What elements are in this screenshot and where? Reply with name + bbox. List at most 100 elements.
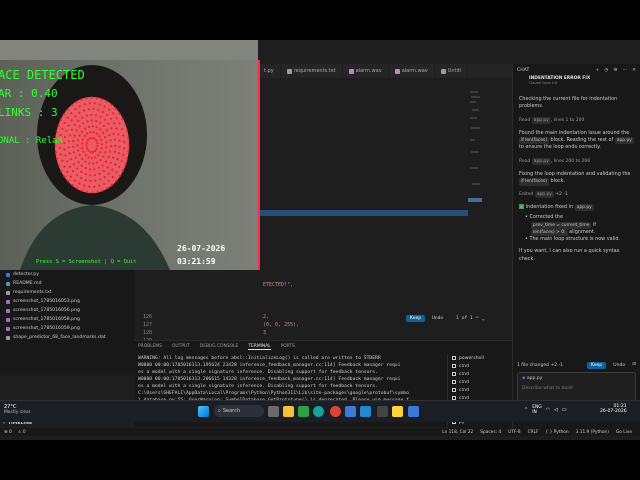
tray: ⌃ ENG IN ◠ ◁ ▭	[524, 405, 567, 415]
status-item[interactable]: { } Python	[546, 430, 569, 435]
file-explorer-icon[interactable]	[283, 406, 294, 417]
changed-files-summary[interactable]: 1 file changed +2 -1	[517, 363, 563, 368]
landmark-dot	[86, 138, 90, 141]
terminal-instance[interactable]: powershell	[448, 354, 509, 362]
terminal-instance[interactable]: cmd	[448, 370, 509, 378]
file-chip[interactable]: app.py	[534, 190, 554, 198]
editor-tab[interactable]: alarm.wav	[389, 64, 435, 78]
minimap	[468, 88, 482, 218]
chat-input-placeholder[interactable]: Describe what to build	[518, 384, 635, 393]
landmark-dot	[92, 162, 95, 165]
landmark-dot	[96, 142, 99, 145]
editor-tab[interactable]: requirements.txt	[281, 64, 343, 78]
landmark-dot	[76, 167, 79, 170]
landmark-dot	[125, 130, 129, 133]
file-item[interactable]: shape_predictor_68_face_landmarks.dat	[0, 333, 134, 342]
landmark-dot	[64, 154, 67, 157]
editor-tab[interactable]: alarm.wav	[343, 64, 389, 78]
expand-icon[interactable]: ⊡	[632, 362, 636, 369]
add-icon[interactable]: +	[596, 68, 600, 73]
battery-icon[interactable]: ▭	[562, 407, 567, 413]
panel-tab-output[interactable]: OUTPUT	[172, 344, 190, 350]
editor-selection-highlight	[258, 210, 468, 216]
app-icon[interactable]	[408, 406, 419, 417]
landmark-dot	[120, 128, 123, 131]
taskbar-search[interactable]: ⌕ Search	[214, 405, 264, 417]
status-item[interactable]: Go Live	[616, 430, 632, 435]
warning-icon[interactable]: ⚠ 0	[18, 430, 26, 435]
edge-icon[interactable]	[313, 406, 324, 417]
file-item[interactable]: README.md	[0, 279, 134, 288]
terminal-instance[interactable]: cmd	[448, 386, 509, 394]
editor-tab[interactable]: Untitl	[435, 64, 469, 78]
landmark-dot	[86, 132, 89, 135]
landmark-dot	[121, 117, 124, 120]
python-icon[interactable]	[392, 406, 403, 417]
close-icon[interactable]: ✕	[632, 68, 636, 73]
undo-button[interactable]: Undo	[428, 315, 447, 322]
more-icon[interactable]: ⋯	[623, 68, 628, 73]
file-item[interactable]: screenshot_1785016059.png	[0, 324, 134, 333]
taskbar-clock[interactable]: 01:21 26-07-2026	[600, 404, 627, 414]
volume-icon[interactable]: ◁	[554, 407, 558, 413]
chat-keep-button[interactable]: Keep	[586, 361, 607, 369]
file-chip[interactable]: app.py	[531, 116, 551, 124]
weather-widget[interactable]: 27°C Mostly clear	[4, 404, 31, 415]
landmark-dot	[77, 160, 80, 164]
file-item[interactable]: detector.py	[0, 270, 134, 279]
status-item[interactable]: Spaces: 4	[480, 430, 501, 435]
terminal-instance[interactable]: cmd	[448, 378, 509, 386]
landmark-dot	[84, 173, 87, 176]
history-icon[interactable]: ◷	[604, 68, 608, 73]
vscode-icon[interactable]	[360, 406, 371, 417]
panel-tab-problems[interactable]: PROBLEMS	[138, 344, 162, 350]
language-indicator[interactable]: ENG IN	[532, 405, 541, 415]
landmark-dot	[55, 157, 59, 160]
file-item[interactable]: requirements.txt	[0, 288, 134, 297]
wifi-icon[interactable]: ◠	[546, 407, 550, 413]
error-icon[interactable]: ⊗ 0	[4, 430, 12, 435]
file-item[interactable]: screenshot_1785016053.png	[0, 297, 134, 306]
terminal-icon[interactable]	[377, 406, 388, 417]
chevron-up-icon[interactable]: ⌃	[476, 316, 479, 322]
keep-button[interactable]: Keep	[406, 315, 426, 322]
landmark-dot	[96, 161, 99, 164]
store-icon[interactable]	[345, 406, 356, 417]
panel-tab-ports[interactable]: PORTS	[281, 344, 295, 350]
file-chip[interactable]: app.py	[614, 137, 634, 145]
terminal-instance[interactable]: cmd	[448, 362, 509, 370]
status-item[interactable]: 3.11.9 (Python)	[576, 430, 609, 435]
chevron-down-icon[interactable]: ⌄	[482, 316, 485, 322]
chat-undo-button[interactable]: Undo	[609, 362, 629, 369]
panel-tab-debug-console[interactable]: DEBUG CONSOLE	[200, 344, 238, 350]
status-item[interactable]: Ln 118, Col 22	[442, 430, 473, 435]
landmark-dot	[85, 144, 88, 147]
attached-file[interactable]: ◆ app.py	[518, 373, 635, 384]
landmark-dot	[80, 189, 84, 192]
widgets-icon[interactable]	[268, 406, 279, 417]
status-item[interactable]: CRLF	[528, 430, 539, 435]
chevron-up-icon[interactable]: ⌃	[524, 407, 528, 413]
code-line	[134, 290, 512, 298]
file-item[interactable]: screenshot_1785016056.png	[0, 306, 134, 315]
gear-icon[interactable]: ⚙	[613, 68, 617, 73]
windows-start-icon[interactable]	[198, 406, 209, 417]
file-chip[interactable]: app.py	[531, 157, 551, 166]
landmark-dot	[96, 145, 99, 148]
photos-icon[interactable]	[298, 406, 309, 417]
landmark-dot	[109, 139, 112, 142]
landmark-dot	[109, 150, 112, 153]
landmark-dot	[114, 163, 117, 166]
landmark-dot	[100, 143, 104, 146]
file-icon	[6, 299, 10, 304]
file-chip[interactable]: app.py	[574, 203, 594, 212]
editor-tab[interactable]: t.py	[258, 64, 281, 78]
landmark-dot	[124, 123, 127, 126]
panel-tab-terminal[interactable]: TERMINAL	[248, 344, 271, 350]
landmark-dot	[81, 157, 84, 160]
status-item[interactable]: UTF-8	[508, 430, 521, 435]
landmark-dot	[105, 146, 108, 149]
chrome-icon[interactable]	[330, 406, 341, 417]
landmark-dot	[72, 140, 75, 143]
file-item[interactable]: screenshot_1785016058.png	[0, 315, 134, 324]
